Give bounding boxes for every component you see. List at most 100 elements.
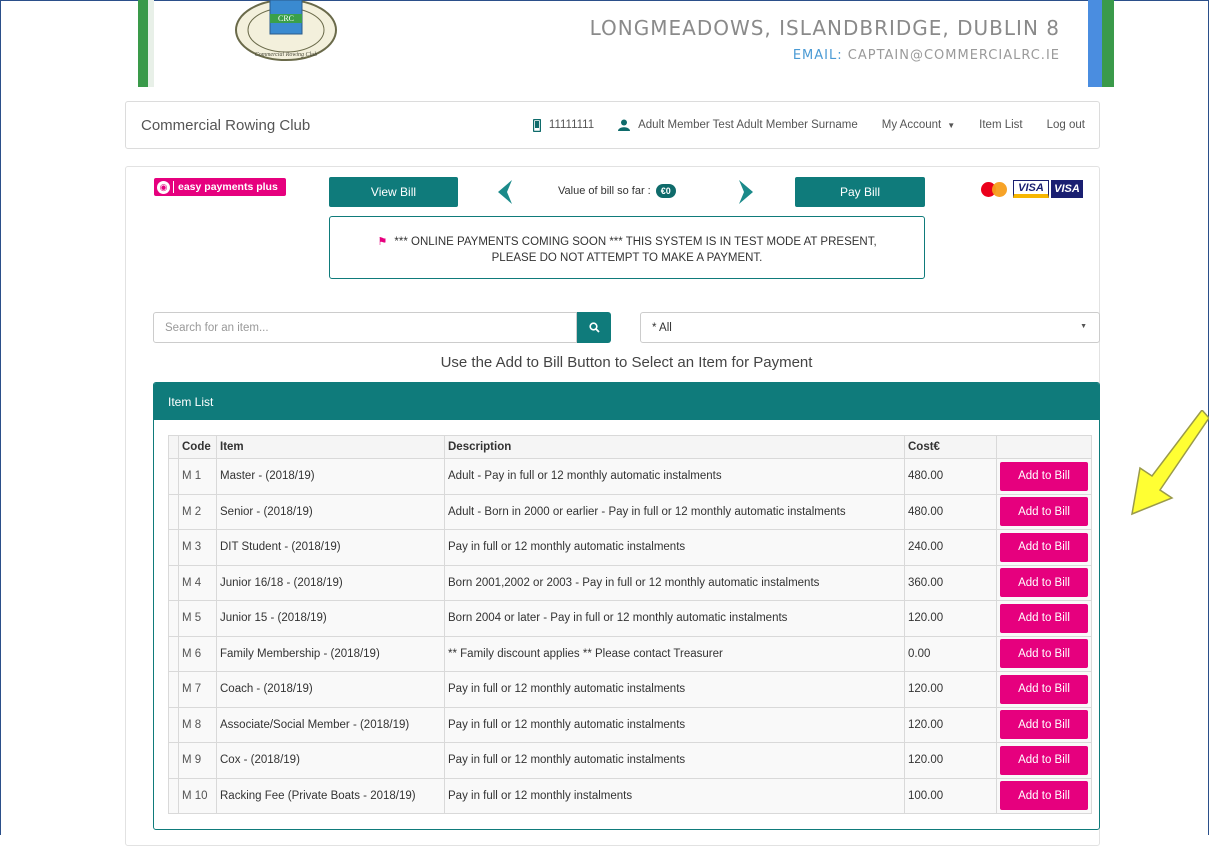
table-row: M 8 Associate/Social Member - (2018/19) …	[168, 706, 1092, 743]
club-email: EMAIL: CAPTAIN@COMMERCIALRC.IE	[560, 48, 1060, 63]
club-address: LONGMEADOWS, ISLANDBRIDGE, DUBLIN 8	[589, 16, 1060, 40]
pay-bill-button[interactable]: Pay Bill	[795, 177, 925, 207]
email-label: EMAIL:	[792, 48, 843, 63]
row-item: DIT Student - (2018/19)	[216, 529, 445, 566]
notice-line-1: *** ONLINE PAYMENTS COMING SOON *** THIS…	[394, 236, 877, 248]
table-row: M 4 Junior 16/18 - (2018/19) Born 2001,2…	[168, 564, 1092, 601]
email-value[interactable]: CAPTAIN@COMMERCIALRC.IE	[848, 48, 1060, 63]
table-row: M 6 Family Membership - (2018/19) ** Fam…	[168, 635, 1092, 672]
table-row: M 1 Master - (2018/19) Adult - Pay in fu…	[168, 458, 1092, 495]
banner-stripe-blue	[1088, 0, 1102, 87]
table-row: M 2 Senior - (2018/19) Adult - Born in 2…	[168, 493, 1092, 530]
club-crest-logo: CRC Commercial Rowing Club	[235, 0, 337, 61]
row-cost: 480.00	[904, 458, 997, 495]
visa-icon: VISA	[1013, 180, 1049, 198]
column-header-blank	[168, 435, 179, 459]
my-account-label: My Account	[881, 119, 942, 131]
navbar-right: 11111111 Adult Member Test Adult Member …	[532, 102, 1099, 148]
banner-stripe-green-right	[1102, 0, 1114, 87]
row-code: M 10	[178, 777, 217, 814]
category-selected-value: * All	[652, 321, 672, 334]
user-name: Adult Member Test Adult Member Surname	[638, 119, 858, 131]
annotation-arrow-icon	[1131, 410, 1209, 516]
navbar-brand[interactable]: Commercial Rowing Club	[141, 117, 310, 134]
search-icon	[588, 322, 600, 333]
epp-logo-icon: ◉	[157, 180, 170, 194]
visa-electron-icon: VISA	[1051, 180, 1083, 198]
bill-value-badge: €0	[655, 184, 676, 198]
row-code: M 8	[178, 706, 217, 743]
top-navbar: Commercial Rowing Club 11111111 Adult Me…	[125, 101, 1100, 149]
row-description: Pay in full or 12 monthly automatic inst…	[444, 529, 905, 566]
row-cost: 120.00	[904, 742, 997, 779]
item-list-link[interactable]: Item List	[979, 119, 1022, 131]
notice-line-2: PLEASE DO NOT ATTEMPT TO MAKE A PAYMENT.	[491, 252, 763, 264]
add-to-bill-button[interactable]: Add to Bill	[1000, 710, 1088, 740]
add-to-bill-button[interactable]: Add to Bill	[1000, 568, 1088, 598]
svg-text:CRC: CRC	[278, 14, 294, 23]
row-item: Associate/Social Member - (2018/19)	[216, 706, 445, 743]
add-to-bill-button[interactable]: Add to Bill	[1000, 497, 1088, 527]
row-description: Born 2001,2002 or 2003 - Pay in full or …	[444, 564, 905, 601]
row-cost: 100.00	[904, 777, 997, 814]
item-table: Code Item Description Cost€ M 1 Master -…	[168, 435, 1092, 814]
mastercard-icon	[979, 180, 1011, 198]
banner-stripe-light	[148, 0, 154, 87]
flag-icon: ⚑	[377, 236, 388, 248]
chevron-right-icon[interactable]	[737, 178, 757, 206]
my-account-dropdown[interactable]: My Account ▼	[882, 119, 955, 131]
column-header-item: Item	[216, 435, 445, 459]
row-description: Pay in full or 12 monthly automatic inst…	[444, 706, 905, 743]
row-item: Cox - (2018/19)	[216, 742, 445, 779]
column-header-code: Code	[178, 435, 217, 459]
add-to-bill-button[interactable]: Add to Bill	[1000, 603, 1088, 633]
add-to-bill-button[interactable]: Add to Bill	[1000, 745, 1088, 775]
search-input[interactable]	[153, 312, 577, 343]
row-item: Senior - (2018/19)	[216, 493, 445, 530]
bill-value: Value of bill so far : €0	[558, 184, 676, 198]
banner-stripe-green	[138, 0, 148, 87]
user-profile-link[interactable]: Adult Member Test Adult Member Surname	[618, 119, 858, 131]
category-select[interactable]: * All ▼	[640, 312, 1100, 343]
add-to-bill-button[interactable]: Add to Bill	[1000, 639, 1088, 669]
column-header-action	[996, 435, 1092, 459]
epp-label: easy payments plus	[178, 181, 278, 193]
table-row: M 10 Racking Fee (Private Boats - 2018/1…	[168, 777, 1092, 814]
item-list-panel: Item List Code Item Description Cost€ M …	[153, 382, 1100, 830]
item-list-title: Item List	[154, 383, 1099, 420]
row-cost: 120.00	[904, 600, 997, 637]
row-item: Racking Fee (Private Boats - 2018/19)	[216, 777, 445, 814]
row-code: M 4	[178, 564, 217, 601]
add-to-bill-button[interactable]: Add to Bill	[1000, 674, 1088, 704]
test-mode-notice: ⚑ *** ONLINE PAYMENTS COMING SOON *** TH…	[329, 216, 925, 279]
search-button[interactable]	[577, 312, 611, 343]
row-item: Junior 16/18 - (2018/19)	[216, 564, 445, 601]
table-row: M 5 Junior 15 - (2018/19) Born 2004 or l…	[168, 600, 1092, 637]
add-to-bill-button[interactable]: Add to Bill	[1000, 461, 1088, 491]
row-description: Pay in full or 12 monthly automatic inst…	[444, 742, 905, 779]
bill-value-label: Value of bill so far :	[558, 185, 651, 197]
table-row: M 7 Coach - (2018/19) Pay in full or 12 …	[168, 671, 1092, 708]
column-header-description: Description	[444, 435, 905, 459]
view-bill-button[interactable]: View Bill	[329, 177, 458, 207]
chevron-left-icon[interactable]	[494, 178, 514, 206]
row-description: Pay in full or 12 monthly automatic inst…	[444, 671, 905, 708]
row-description: Pay in full or 12 monthly instalments	[444, 777, 905, 814]
row-item: Coach - (2018/19)	[216, 671, 445, 708]
accepted-cards: VISA VISA	[979, 180, 1083, 198]
add-to-bill-button[interactable]: Add to Bill	[1000, 781, 1088, 811]
row-description: ** Family discount applies ** Please con…	[444, 635, 905, 672]
chevron-down-icon: ▼	[1080, 323, 1087, 330]
mobile-phone-icon	[532, 118, 541, 132]
row-description: Born 2004 or later - Pay in full or 12 m…	[444, 600, 905, 637]
phone-link[interactable]: 11111111	[532, 118, 594, 132]
row-description: Adult - Pay in full or 12 monthly automa…	[444, 458, 905, 495]
row-item: Master - (2018/19)	[216, 458, 445, 495]
row-code: M 7	[178, 671, 217, 708]
row-cost: 240.00	[904, 529, 997, 566]
row-cost: 0.00	[904, 635, 997, 672]
easy-payments-plus-logo: ◉ easy payments plus	[154, 178, 286, 196]
add-to-bill-button[interactable]: Add to Bill	[1000, 532, 1088, 562]
logout-link[interactable]: Log out	[1047, 119, 1085, 131]
row-cost: 120.00	[904, 671, 997, 708]
